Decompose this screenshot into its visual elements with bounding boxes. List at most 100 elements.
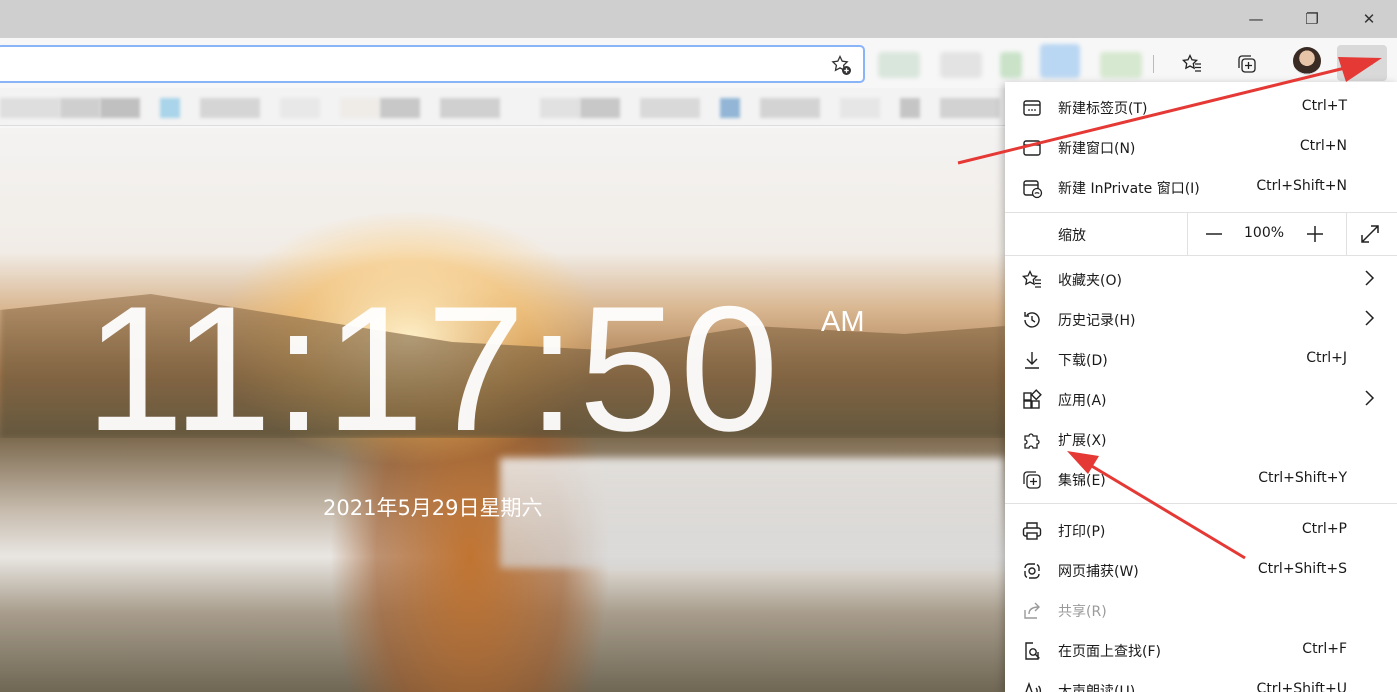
extension-icon[interactable] — [878, 52, 920, 78]
clock-time: 11:17:50 — [85, 269, 781, 468]
add-favorite-icon[interactable] — [829, 53, 853, 77]
bookmark-item[interactable] — [340, 98, 380, 118]
menu-divider — [1005, 503, 1397, 504]
menu-item-new-inprivate[interactable]: 新建 InPrivate 窗口(I) Ctrl+Shift+N — [1005, 167, 1397, 207]
menu-item-downloads[interactable]: 下载(D) Ctrl+J — [1005, 339, 1397, 379]
bookmark-item[interactable] — [440, 98, 500, 118]
menu-item-label: 历史记录(H) — [1058, 313, 1136, 329]
menu-item-label: 大声朗读(U) — [1058, 684, 1136, 692]
bookmark-item[interactable] — [200, 98, 260, 118]
favorites-bar — [0, 88, 1005, 126]
background-lake — [500, 458, 1005, 568]
menu-item-shortcut: Ctrl+Shift+U — [1256, 681, 1347, 692]
bookmark-item[interactable] — [540, 98, 580, 118]
fullscreen-icon[interactable] — [1357, 221, 1383, 247]
browser-toolbar: ··· — [0, 38, 1397, 88]
menu-item-label: 新建标签页(T) — [1058, 101, 1148, 117]
bookmark-item[interactable] — [760, 98, 820, 118]
bookmark-item[interactable] — [60, 98, 100, 118]
extension-icon[interactable] — [940, 52, 982, 78]
zoom-out-button[interactable] — [1201, 221, 1227, 247]
menu-item-history[interactable]: 历史记录(H) — [1005, 299, 1397, 339]
menu-item-read-aloud[interactable]: 大声朗读(U) Ctrl+Shift+U — [1005, 670, 1397, 692]
address-bar[interactable] — [0, 45, 865, 83]
apps-icon — [1021, 389, 1043, 411]
menu-item-label: 新建 InPrivate 窗口(I) — [1058, 181, 1200, 197]
title-bar: — ❐ ✕ — [0, 0, 1397, 38]
bookmark-item[interactable] — [840, 98, 880, 118]
web-capture-icon — [1021, 560, 1043, 582]
extension-icon[interactable] — [1040, 44, 1080, 78]
clock-ampm: AM — [821, 306, 865, 338]
menu-item-shortcut: Ctrl+T — [1301, 98, 1347, 114]
menu-divider — [1005, 255, 1397, 256]
menu-item-label: 打印(P) — [1058, 524, 1106, 540]
zoom-in-button[interactable] — [1302, 221, 1328, 247]
chevron-right-icon — [1359, 387, 1379, 409]
bookmark-item[interactable] — [0, 98, 60, 118]
extension-icon[interactable] — [1000, 52, 1022, 78]
bookmark-item[interactable] — [900, 98, 920, 118]
menu-item-share: 共享(R) — [1005, 590, 1397, 630]
profile-avatar[interactable] — [1293, 47, 1321, 75]
new-window-icon — [1021, 137, 1043, 159]
extension-icon[interactable] — [1100, 52, 1142, 78]
menu-item-shortcut: Ctrl+Shift+Y — [1258, 470, 1347, 486]
read-aloud-icon — [1021, 680, 1043, 692]
bookmark-item[interactable] — [580, 98, 620, 118]
menu-item-print[interactable]: 打印(P) Ctrl+P — [1005, 510, 1397, 550]
chevron-right-icon — [1359, 307, 1379, 329]
menu-item-label: 应用(A) — [1058, 393, 1107, 409]
bookmark-item[interactable] — [720, 98, 740, 118]
bookmark-item[interactable] — [160, 98, 180, 118]
menu-item-shortcut: Ctrl+P — [1301, 521, 1347, 537]
address-input[interactable] — [8, 53, 808, 75]
collections-icon — [1021, 469, 1043, 491]
collections-icon[interactable] — [1231, 48, 1263, 80]
menu-item-shortcut: Ctrl+Shift+N — [1256, 178, 1347, 194]
menu-item-web-capture[interactable]: 网页捕获(W) Ctrl+Shift+S — [1005, 550, 1397, 590]
menu-item-shortcut: Ctrl+Shift+S — [1257, 561, 1347, 577]
find-icon — [1021, 640, 1043, 662]
menu-item-label: 共享(R) — [1058, 604, 1107, 620]
menu-item-shortcut: Ctrl+J — [1306, 350, 1347, 366]
close-button[interactable]: ✕ — [1341, 0, 1397, 38]
menu-item-label: 网页捕获(W) — [1058, 564, 1139, 580]
menu-item-find[interactable]: 在页面上查找(F) Ctrl+F — [1005, 630, 1397, 670]
menu-item-new-tab[interactable]: 新建标签页(T) Ctrl+T — [1005, 87, 1397, 127]
chevron-right-icon — [1359, 267, 1379, 289]
share-icon — [1021, 600, 1043, 622]
bookmark-item[interactable] — [380, 98, 420, 118]
menu-item-collections[interactable]: 集锦(E) Ctrl+Shift+Y — [1005, 459, 1397, 499]
menu-item-shortcut: Ctrl+F — [1302, 641, 1347, 657]
clock-date: 2021年5月29日星期六 — [323, 496, 543, 520]
toolbar-divider — [1153, 55, 1154, 73]
new-tab-icon — [1021, 97, 1043, 119]
favorites-icon[interactable] — [1176, 48, 1208, 80]
menu-item-label: 集锦(E) — [1058, 473, 1106, 489]
menu-item-apps[interactable]: 应用(A) — [1005, 379, 1397, 419]
settings-and-more-button[interactable]: ··· — [1337, 45, 1387, 81]
menu-item-label: 扩展(X) — [1058, 433, 1107, 449]
menu-item-label: 下载(D) — [1058, 353, 1108, 369]
menu-item-label: 新建窗口(N) — [1058, 141, 1136, 157]
bookmark-item[interactable] — [100, 98, 140, 118]
zoom-label: 缩放 — [1058, 228, 1086, 244]
favorites-icon — [1021, 269, 1043, 291]
settings-menu: 新建标签页(T) Ctrl+T 新建窗口(N) Ctrl+N 新建 InPriv… — [1005, 82, 1397, 692]
extensions-icon — [1021, 429, 1043, 451]
zoom-divider — [1346, 213, 1347, 255]
zoom-divider — [1187, 213, 1188, 255]
menu-item-extensions[interactable]: 扩展(X) — [1005, 419, 1397, 459]
bookmark-item[interactable] — [640, 98, 700, 118]
inprivate-icon — [1021, 177, 1043, 199]
download-icon — [1021, 349, 1043, 371]
bookmark-item[interactable] — [940, 98, 1000, 118]
menu-item-favorites[interactable]: 收藏夹(O) — [1005, 259, 1397, 299]
menu-item-label: 在页面上查找(F) — [1058, 644, 1161, 660]
minimize-button[interactable]: — — [1228, 0, 1284, 38]
menu-item-new-window[interactable]: 新建窗口(N) Ctrl+N — [1005, 127, 1397, 167]
zoom-level: 100% — [1244, 225, 1285, 241]
restore-button[interactable]: ❐ — [1284, 0, 1340, 38]
bookmark-item[interactable] — [280, 98, 320, 118]
